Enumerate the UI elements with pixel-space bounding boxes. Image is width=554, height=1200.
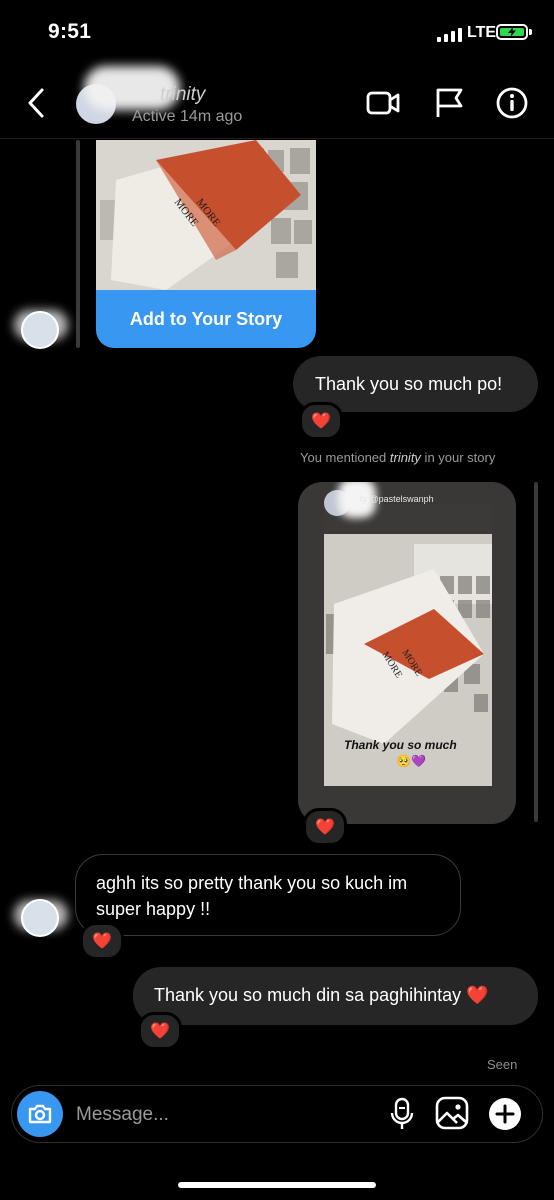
message-bubble-incoming[interactable]: aghh its so pretty thank you so kuch im … [75,854,461,936]
report-button[interactable] [432,86,468,120]
contact-status: Active 14m ago [132,108,243,125]
voice-message-button[interactable] [388,1096,416,1132]
gallery-button[interactable] [435,1096,469,1130]
contact-name[interactable]: trinity [160,84,205,106]
heart-reaction[interactable]: ❤️ [80,922,124,960]
video-camera-icon [366,91,400,115]
battery-tip [529,29,532,35]
mention-notice: You mentioned trinity in your story [300,450,496,465]
header-divider [0,138,554,139]
camera-button[interactable] [17,1091,63,1137]
message-bubble-outgoing[interactable]: Thank you so much din sa paghihintay ❤️ [133,967,538,1025]
mentioned-username: trinity [389,450,421,465]
shared-story-card[interactable]: MORE MORE ty @pastelswanph Thank you so … [298,482,516,824]
seen-receipt: Seen [487,1057,518,1072]
plus-circle-icon [489,1098,521,1130]
story-emoji: 🥺💜 [396,754,426,768]
heart-icon: ❤️ [315,819,335,836]
heart-icon: ❤️ [150,1023,170,1040]
message-text: Thank you so much din sa paghihintay ❤️ [154,985,489,1005]
more-options-button[interactable] [488,1097,522,1131]
story-handle: ty @pastelswanph [360,494,434,504]
reply-thread-line [76,140,80,348]
heart-icon: ❤️ [311,413,331,430]
info-icon [496,87,528,119]
heart-reaction[interactable]: ❤️ [138,1012,182,1050]
message-text: aghh its so pretty thank you so kuch im … [96,873,408,919]
flag-icon [436,88,463,117]
image-icon [435,1096,469,1130]
heart-icon: ❤️ [92,933,112,950]
sender-avatar[interactable] [21,311,59,349]
home-indicator [178,1182,376,1188]
microphone-icon [390,1097,414,1129]
message-text: Thank you so much po! [315,374,503,394]
chevron-left-icon [28,88,44,118]
video-call-button[interactable] [365,86,401,120]
story-caption: Thank you so much [344,738,457,752]
story-photo: MORE MORE [96,140,316,290]
battery-icon [496,24,528,40]
charging-bolt-icon [508,27,516,37]
shared-story-image[interactable]: MORE MORE [96,140,316,290]
reply-thread-line [534,482,538,822]
info-button[interactable] [494,86,530,120]
heart-reaction[interactable]: ❤️ [303,808,347,846]
network-type: LTE [467,24,497,41]
status-time: 9:51 [48,20,92,43]
message-input[interactable] [74,1098,378,1132]
add-to-story-button[interactable]: Add to Your Story [96,290,316,348]
signal-icon [437,27,462,42]
camera-icon [28,1104,52,1124]
back-button[interactable] [22,86,52,120]
sender-avatar[interactable] [21,899,59,937]
heart-reaction[interactable]: ❤️ [299,402,343,440]
